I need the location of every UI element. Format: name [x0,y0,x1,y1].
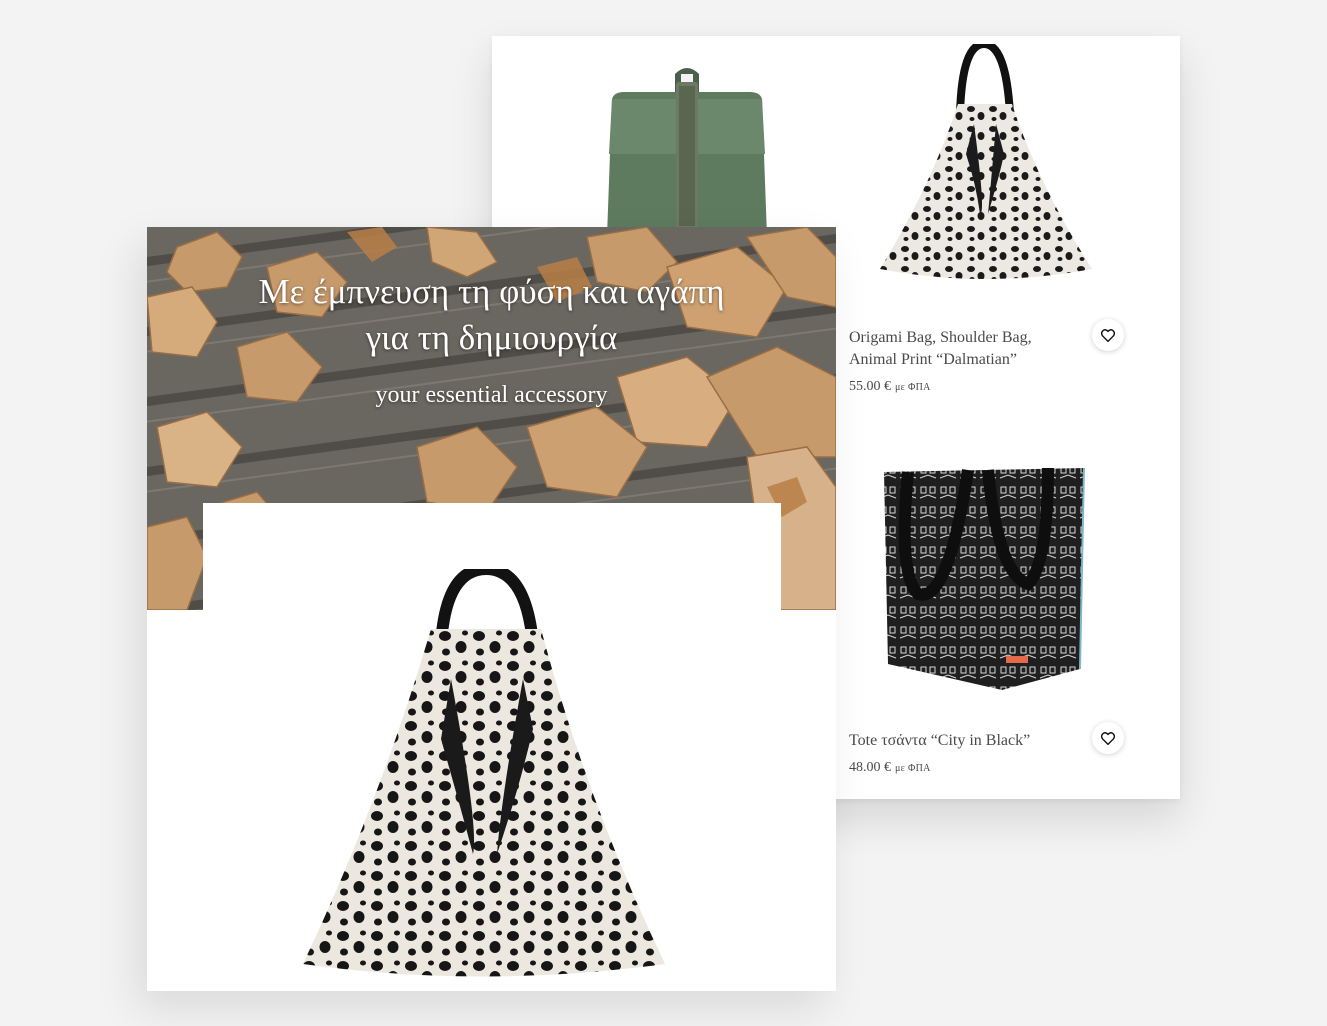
hero-title: Με έμπνευση τη φύση και αγάπη για τη δημ… [187,269,796,361]
product-title-line[interactable]: Animal Print “Dalmatian” [849,351,1017,368]
price-value: 48.00 € [849,760,891,775]
heart-icon [1101,328,1115,342]
hero-subtitle: your essential accessory [375,382,608,408]
product-title[interactable]: Tote τσάντα “City in Black” [849,730,1079,752]
wishlist-button[interactable] [1092,319,1124,351]
heart-icon [1101,731,1115,745]
product-title[interactable]: Origami Bag, Shoulder Bag, Animal Print … [849,327,1079,371]
vat-label: με ΦΠΑ [895,763,931,774]
wishlist-button[interactable] [1092,722,1124,754]
hero-title-line: για τη δημιουργία [365,318,618,357]
featured-origami-bag-image[interactable] [301,569,667,981]
product-price: 55.00 € με ΦΠΑ [849,379,931,395]
product-title-line[interactable]: Origami Bag, Shoulder Bag, [849,329,1032,346]
vat-label: με ΦΠΑ [895,382,931,393]
tote-bag-thumbnail[interactable] [878,464,1098,694]
origami-bag-thumbnail[interactable] [878,44,1094,284]
hero-title-line: Με έμπνευση τη φύση και αγάπη [258,272,725,311]
featured-product-panel [203,503,781,991]
price-value: 55.00 € [849,379,891,394]
product-title-line[interactable]: Tote τσάντα “City in Black” [849,732,1030,749]
hero-card: Με έμπνευση τη φύση και αγάπη για τη δημ… [147,227,836,991]
product-price: 48.00 € με ΦΠΑ [849,760,931,776]
